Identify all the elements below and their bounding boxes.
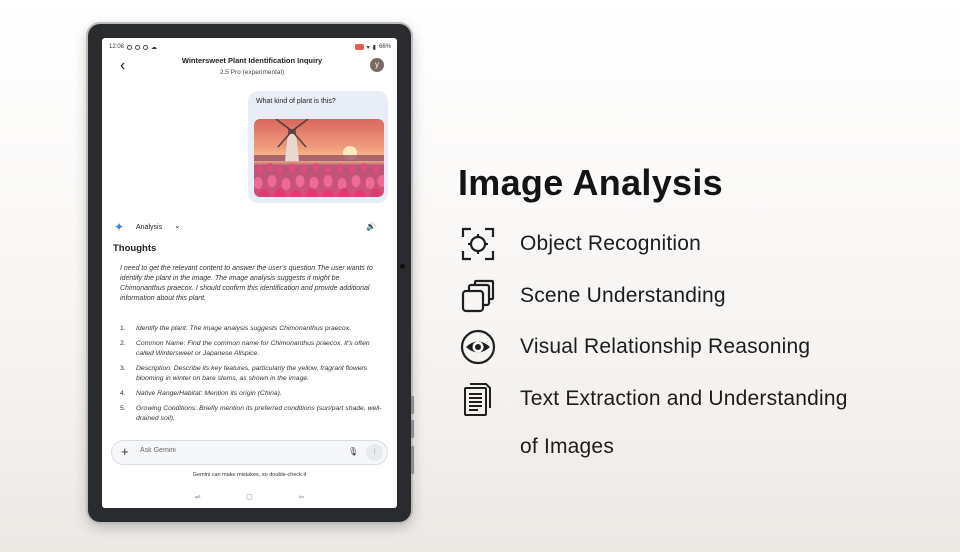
eye-icon [460, 329, 496, 365]
feature-label: Text Extraction and Understanding [520, 387, 848, 410]
scroll-fade [102, 418, 397, 440]
system-nav-bar: ⇌ ▢ ⇦ [102, 493, 397, 505]
feature-label: Object Recognition [520, 232, 702, 255]
battery-level: 66% [378, 44, 391, 50]
windmill-tulip-field-photo[interactable] [254, 119, 384, 197]
model-name[interactable]: 2.5 Pro (experimental) [162, 69, 342, 76]
camera-dot [400, 264, 405, 269]
speaker-icon[interactable]: 🔊 [366, 222, 376, 231]
step-number: 3. [120, 365, 126, 372]
status-time: 12:08 [109, 44, 125, 50]
step-number: 2. [120, 340, 126, 347]
step-text: Identify the plant: The image analysis s… [136, 325, 351, 332]
plus-icon[interactable]: + [121, 445, 129, 459]
documents-icon [464, 383, 491, 416]
analysis-mode-label[interactable]: Analysis [136, 224, 162, 231]
step-number: 4. [120, 390, 126, 397]
recents-icon[interactable]: ⇌ [195, 493, 201, 505]
tablet-device: 12:08 ☁ ▾ ▮ 66% ‹ Wintersweet Plant Iden… [88, 24, 414, 522]
list-item: 2. Common Name: Find the common name for … [120, 339, 386, 359]
user-message-text: What kind of plant is this? [256, 98, 336, 105]
back-icon[interactable]: ⇦ [298, 493, 304, 505]
page-title: Image Analysis [458, 162, 723, 203]
step-number: 5. [120, 405, 126, 412]
step-text: Native Range/Habitat: Mention its origin… [136, 390, 282, 397]
step-text: Common Name: Find the common name for Ch… [136, 340, 370, 357]
volume-up-button [411, 396, 414, 414]
step-text: Description: Describe its key features, … [136, 365, 368, 382]
power-button [411, 446, 414, 474]
thoughts-heading: Thoughts [113, 243, 157, 254]
feature-label: Scene Understanding [520, 284, 726, 307]
avatar[interactable]: y [370, 58, 384, 72]
notification-icon [135, 44, 141, 50]
recording-icon [354, 44, 364, 50]
thought-steps-list: 1. Identify the plant: The image analysis… [120, 324, 386, 429]
conversation-title: Wintersweet Plant Identification Inquiry [181, 56, 323, 65]
user-message-bubble: What kind of plant is this? [248, 91, 388, 203]
focus-target-icon [461, 227, 495, 261]
disclaimer-text: Gemini can make mistakes, so double-chec… [192, 472, 307, 478]
list-item: 1. Identify the plant: The image analysis… [120, 324, 386, 334]
volume-down-button [411, 420, 414, 438]
photo-artwork [254, 119, 384, 197]
battery-icon: ▮ [372, 44, 376, 51]
back-arrow-icon[interactable]: ‹ [120, 58, 125, 74]
feature-label-continued: of Images [520, 435, 615, 458]
live-audio-icon[interactable]: ⫶ [366, 444, 383, 461]
notification-icon [127, 44, 133, 50]
prompt-bar: + 🎙 ⫶ [111, 440, 388, 465]
gemini-sparkle-icon: ✦ [114, 220, 125, 234]
stacked-layers-icon [461, 279, 495, 313]
thoughts-paragraph: I need to get the relevant content to an… [120, 265, 373, 302]
list-item: 4. Native Range/Habitat: Mention its orig… [120, 389, 386, 399]
ask-gemini-input[interactable] [140, 447, 320, 454]
status-bar: 12:08 ☁ ▾ ▮ 66% [109, 42, 391, 52]
feature-label: Visual Relationship Reasoning [520, 335, 811, 358]
notification-icon [143, 44, 149, 50]
microphone-icon[interactable]: 🎙 [348, 447, 358, 456]
wifi-icon: ▾ [366, 44, 370, 51]
tablet-screen: 12:08 ☁ ▾ ▮ 66% ‹ Wintersweet Plant Iden… [102, 38, 397, 508]
cloud-icon: ☁ [151, 44, 158, 51]
list-item: 3. Description: Describe its key features… [120, 364, 386, 384]
home-icon[interactable]: ▢ [246, 493, 253, 505]
step-number: 1. [120, 325, 126, 332]
chevron-down-icon[interactable]: ⌄ [174, 221, 181, 230]
